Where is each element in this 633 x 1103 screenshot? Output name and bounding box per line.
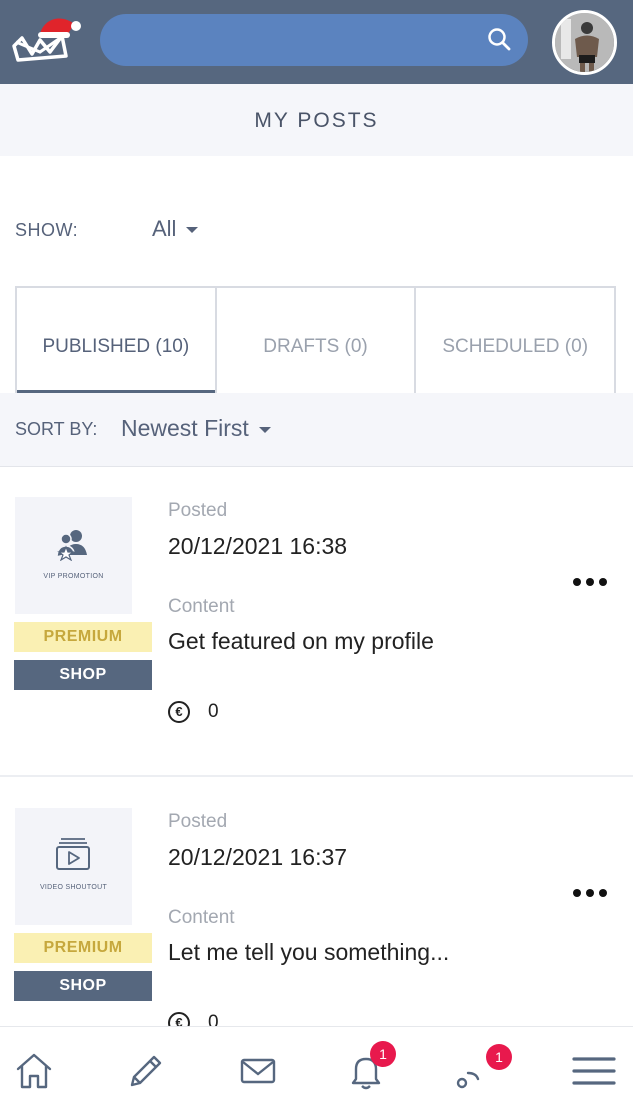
top-header [0, 0, 633, 84]
more-options-icon[interactable] [570, 572, 610, 592]
sort-dropdown-value: Newest First [121, 415, 249, 441]
brand-logo-icon[interactable] [10, 12, 84, 68]
post-status-tabs: PUBLISHED (10) DRAFTS (0) SCHEDULED (0) [15, 286, 616, 393]
tab-scheduled-label: SCHEDULED (0) [442, 336, 589, 357]
page-title: MY POSTS [0, 84, 633, 156]
show-label: SHOW: [15, 220, 79, 240]
more-options-icon[interactable] [570, 883, 610, 903]
feed-button[interactable]: 1 [450, 1027, 520, 1103]
premium-badge: PREMIUM [14, 622, 152, 652]
post-thumbnail[interactable]: VIP PROMOTION [15, 497, 132, 614]
posted-label: Posted [168, 500, 228, 521]
show-dropdown[interactable]: All [152, 216, 199, 242]
post-thumbnail[interactable]: VIDEO SHOUTOUT [15, 808, 132, 925]
tab-drafts[interactable]: DRAFTS (0) [214, 288, 415, 393]
bottom-nav: 1 1 [0, 1026, 633, 1103]
shop-button[interactable]: SHOP [14, 971, 152, 1001]
show-filter: SHOW: All [15, 212, 415, 248]
caret-down-icon [258, 426, 271, 433]
show-dropdown-value: All [152, 216, 177, 241]
sort-label: SORT BY: [15, 419, 98, 439]
sort-dropdown[interactable]: Newest First [121, 415, 271, 442]
shop-button[interactable]: SHOP [14, 660, 152, 690]
content-text: Let me tell you something... [168, 939, 450, 965]
tab-published-label: PUBLISHED (10) [42, 336, 190, 357]
edit-pencil-icon[interactable] [124, 1049, 168, 1093]
posted-date: 20/12/2021 16:37 [168, 844, 348, 870]
notifications-button[interactable]: 1 [344, 1027, 404, 1103]
thumbnail-caption: VIP PROMOTION [43, 573, 104, 580]
sort-bar: SORT BY: Newest First [0, 393, 633, 467]
feed-badge: 1 [486, 1044, 512, 1070]
search-bar[interactable] [100, 14, 528, 66]
menu-icon[interactable] [572, 1049, 616, 1093]
home-icon[interactable] [12, 1049, 56, 1093]
premium-badge: PREMIUM [14, 933, 152, 963]
post-item[interactable]: VIP PROMOTION PREMIUM SHOP Posted 20/12/… [0, 467, 633, 777]
price-value: 0 [208, 701, 219, 722]
tab-published[interactable]: PUBLISHED (10) [17, 288, 215, 393]
avatar-image [555, 13, 614, 72]
posted-date: 20/12/2021 16:38 [168, 533, 348, 559]
group-star-icon [56, 530, 87, 561]
thumbnail-caption: VIDEO SHOUTOUT [39, 884, 108, 891]
search-icon[interactable] [486, 26, 512, 52]
posted-label: Posted [168, 811, 228, 832]
notification-badge: 1 [370, 1041, 396, 1067]
content-label: Content [168, 907, 235, 928]
tab-drafts-label: DRAFTS (0) [263, 336, 368, 357]
mail-icon[interactable] [236, 1049, 280, 1093]
caret-down-icon [186, 227, 199, 234]
video-play-icon [56, 838, 90, 870]
content-label: Content [168, 596, 235, 617]
avatar[interactable] [552, 10, 617, 75]
euro-coin-icon: € [168, 701, 190, 723]
tab-scheduled[interactable]: SCHEDULED (0) [414, 288, 614, 393]
content-text: Get featured on my profile [168, 628, 434, 654]
